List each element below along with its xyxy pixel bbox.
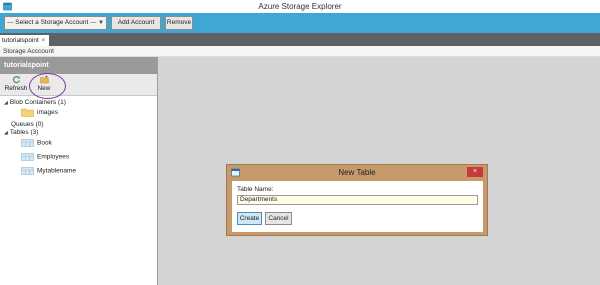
expand-triangle-icon: ◢ bbox=[4, 130, 8, 136]
tree-item-employees[interactable]: Employees bbox=[21, 153, 69, 161]
tree-item-images[interactable]: images bbox=[21, 108, 58, 117]
dialog-title-bar: New Table × bbox=[227, 165, 487, 180]
title-bar: Azure Storage Explorer bbox=[0, 0, 600, 13]
refresh-icon bbox=[12, 76, 20, 84]
storage-account-section-label: Storage Acccount bbox=[0, 46, 600, 57]
tree-item-label: Mytablename bbox=[37, 167, 77, 175]
panel-header: tutorialspoint bbox=[0, 57, 157, 74]
tree-node-tables[interactable]: ◢ Tables (3) bbox=[4, 129, 38, 136]
window-title: Azure Storage Explorer bbox=[258, 2, 342, 11]
tab-tutorialspoint[interactable]: tutorialspoint × bbox=[0, 35, 49, 46]
close-icon[interactable]: × bbox=[467, 167, 483, 177]
remove-button[interactable]: Remove bbox=[165, 16, 193, 30]
queues-label: Queues (0) bbox=[11, 121, 44, 128]
expand-triangle-icon: ◢ bbox=[4, 100, 8, 106]
refresh-button[interactable]: Refresh bbox=[4, 75, 28, 92]
folder-icon bbox=[21, 108, 34, 117]
add-account-button[interactable]: Add Account bbox=[111, 16, 161, 30]
table-name-label: Table Name: bbox=[237, 186, 274, 193]
toolbar: --- Select a Storage Account --- ▼ Add A… bbox=[0, 13, 600, 33]
new-button[interactable]: New bbox=[34, 75, 54, 92]
explorer-panel: tutorialspoint Refresh New ◢ Blob Contain… bbox=[0, 57, 158, 285]
tables-label: Tables (3) bbox=[9, 129, 39, 136]
tree-item-label: Employees bbox=[37, 153, 70, 161]
app-icon bbox=[3, 2, 12, 11]
refresh-label: Refresh bbox=[4, 85, 28, 92]
tree-node-blob-containers[interactable]: ◢ Blob Containers (1) bbox=[4, 99, 66, 106]
chevron-down-icon: ▼ bbox=[98, 20, 104, 26]
tab-label: tutorialspoint bbox=[2, 37, 39, 44]
table-icon bbox=[21, 153, 34, 161]
table-icon bbox=[21, 139, 34, 147]
tab-close-icon[interactable]: × bbox=[42, 38, 46, 44]
new-table-dialog: New Table × Table Name: Departments Crea… bbox=[226, 164, 488, 236]
new-label: New bbox=[37, 85, 51, 92]
storage-account-select-value: --- Select a Storage Account --- bbox=[7, 19, 97, 26]
blob-containers-label: Blob Containers (1) bbox=[9, 99, 66, 106]
tree-item-label: Book bbox=[37, 139, 52, 147]
app-icon bbox=[231, 168, 240, 177]
tree-item-mytablename[interactable]: Mytablename bbox=[21, 167, 76, 175]
tree-item-label: images bbox=[37, 109, 58, 117]
create-button[interactable]: Create bbox=[237, 212, 262, 225]
table-name-input[interactable]: Departments bbox=[237, 195, 478, 205]
dialog-title: New Table bbox=[338, 168, 376, 177]
new-folder-icon bbox=[39, 75, 49, 84]
panel-toolbar: Refresh New bbox=[0, 74, 157, 96]
tree-node-queues[interactable]: Queues (0) bbox=[11, 121, 44, 128]
cancel-button[interactable]: Cancel bbox=[265, 212, 292, 225]
table-icon bbox=[21, 167, 34, 175]
tree-item-book[interactable]: Book bbox=[21, 139, 52, 147]
storage-account-select[interactable]: --- Select a Storage Account --- ▼ bbox=[4, 16, 107, 30]
tab-strip: tutorialspoint × bbox=[0, 33, 600, 46]
dialog-body: Table Name: Departments Create Cancel bbox=[232, 181, 483, 232]
